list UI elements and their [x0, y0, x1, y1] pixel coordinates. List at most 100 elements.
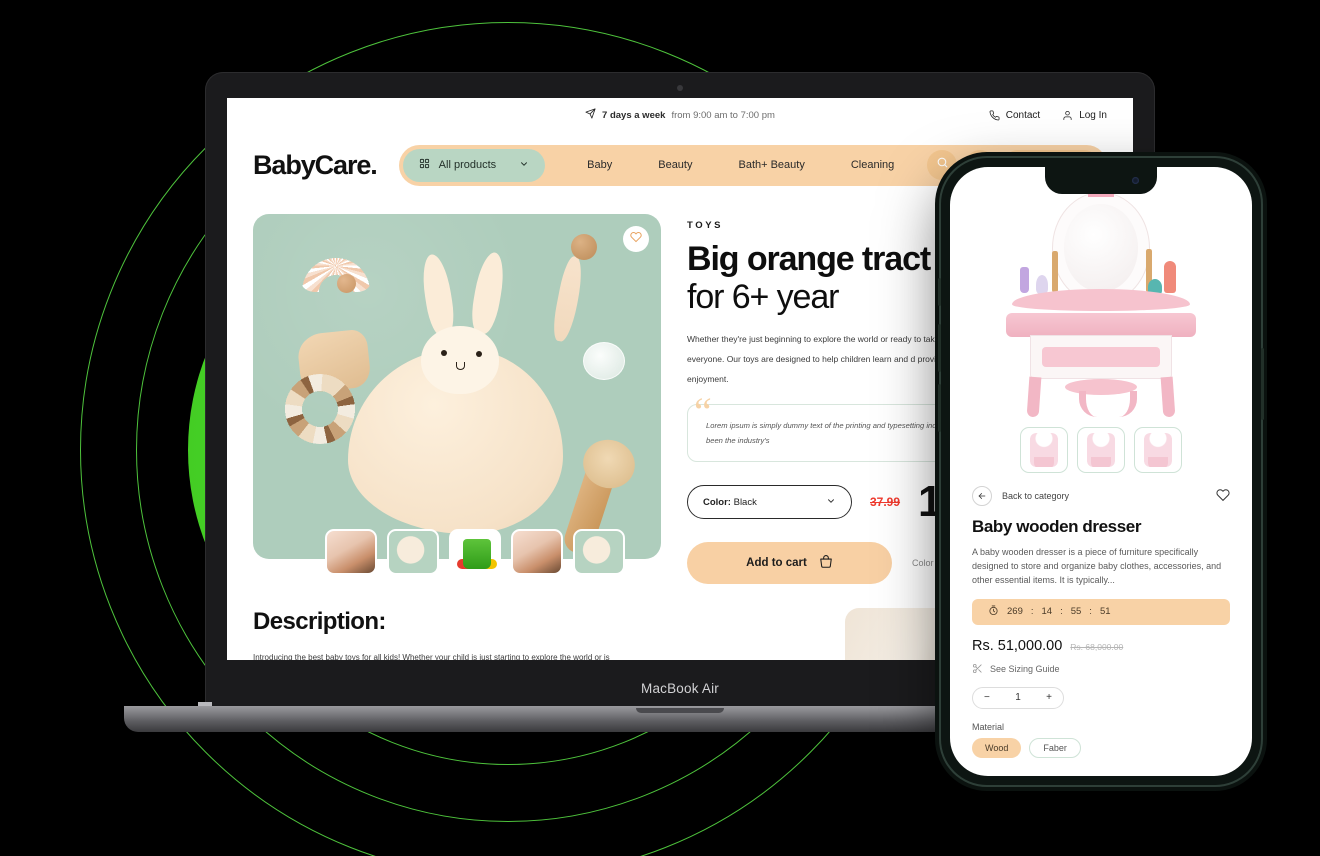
phone-price-old: Rs. 68,000.00 — [1070, 641, 1124, 652]
back-to-category-label[interactable]: Back to category — [1002, 491, 1069, 501]
nav-link-baby[interactable]: Baby — [587, 159, 612, 171]
dresser-mirror — [1053, 193, 1149, 303]
dresser-thumb-3[interactable] — [1134, 427, 1182, 473]
phone-power-button — [1261, 348, 1264, 420]
phone-notch — [1045, 167, 1157, 194]
timer-sep-1: : — [1030, 606, 1034, 618]
nav-link-cleaning[interactable]: Cleaning — [851, 159, 894, 171]
iphone-mockup: Back to category Baby wooden dresser A b… — [938, 158, 1264, 785]
quantity-decrease-button[interactable]: − — [984, 692, 990, 703]
color-note: Color — [912, 558, 934, 569]
bottle-coral — [1164, 261, 1176, 293]
thumb-mother-child-2[interactable] — [511, 529, 563, 575]
material-option-faber[interactable]: Faber — [1029, 737, 1081, 758]
thumb-green-toy[interactable] — [449, 529, 501, 575]
site-logo[interactable]: BabyCare. — [253, 150, 378, 181]
thumb-bunny-flatlay-2[interactable] — [573, 529, 625, 575]
dresser-shelf — [1012, 289, 1190, 311]
phone-back-row: Back to category — [972, 486, 1230, 506]
dresser-drawer — [1042, 347, 1160, 367]
phone-volume-up-button — [938, 324, 941, 372]
color-select-label: Color: — [703, 496, 731, 508]
dresser-leg-left — [1026, 376, 1042, 418]
thumb-mother-child[interactable] — [325, 529, 377, 575]
phone-product-details: Back to category Baby wooden dresser A b… — [950, 486, 1252, 776]
phone-product-hero — [950, 167, 1252, 425]
dresser-tabletop — [1006, 313, 1196, 337]
product-hero-image — [253, 214, 661, 559]
contact-link[interactable]: Contact — [989, 110, 1040, 121]
phone-screen: Back to category Baby wooden dresser A b… — [950, 167, 1252, 776]
heart-icon — [1216, 489, 1230, 506]
bunny-ear-right — [468, 250, 508, 336]
nav-link-beauty[interactable]: Beauty — [658, 159, 692, 171]
pacifier-clip — [571, 234, 597, 260]
brush-left — [1052, 251, 1058, 293]
description-body: Introducing the best baby toys for all k… — [253, 653, 610, 660]
quantity-increase-button[interactable]: + — [1046, 692, 1052, 703]
add-to-cart-label: Add to cart — [746, 557, 807, 570]
announcement-bar: 7 days a week from 9:00 am to 7:00 pm Co… — [227, 98, 1133, 132]
pacifier — [583, 342, 625, 380]
phone-product-description: A baby wooden dresser is a piece of furn… — [972, 547, 1222, 585]
phone-volume-down-button — [938, 384, 941, 432]
timer-sep-3: : — [1089, 606, 1092, 618]
grid-icon — [419, 158, 430, 172]
search-icon — [936, 156, 949, 174]
dresser-illustration — [1006, 184, 1196, 418]
paper-plane-icon — [585, 108, 596, 122]
thumb-bunny-flatlay[interactable] — [387, 529, 439, 575]
timer-hours: 14 — [1041, 606, 1053, 618]
color-select[interactable]: Color: Black — [687, 485, 852, 520]
product-price-old: 37.99 — [870, 495, 901, 510]
login-link[interactable]: Log In — [1062, 110, 1107, 121]
dresser-thumb-2[interactable] — [1077, 427, 1125, 473]
phone-icon — [989, 110, 1000, 121]
bead-rattle-ring — [283, 374, 357, 444]
stopwatch-icon — [988, 605, 999, 619]
chevron-down-icon — [826, 496, 836, 509]
login-label: Log In — [1079, 109, 1107, 121]
timer-days: 269 — [1007, 606, 1023, 618]
sizing-guide-label: See Sizing Guide — [990, 664, 1060, 675]
user-icon — [1062, 110, 1073, 121]
bunny-head — [421, 326, 499, 394]
sizing-guide-link[interactable]: See Sizing Guide — [972, 663, 1230, 676]
material-label: Material — [972, 721, 1005, 732]
nav-link-bath-beauty[interactable]: Bath+ Beauty — [738, 159, 804, 171]
phone-product-title: Baby wooden dresser — [972, 517, 1142, 536]
wishlist-button[interactable] — [623, 226, 649, 252]
pacifier-strap — [549, 254, 587, 344]
bunny-eye-left — [441, 350, 447, 356]
add-to-cart-button[interactable]: Add to cart — [687, 542, 892, 585]
page-root: 7 days a week from 9:00 am to 7:00 pm Co… — [0, 0, 1320, 856]
quantity-stepper[interactable]: − 1 + — [972, 686, 1064, 709]
bead-rainbow-toy — [301, 240, 371, 292]
bottle-purple — [1020, 267, 1029, 293]
announcement-strong: 7 days a week — [602, 109, 666, 121]
bunny-nose — [456, 362, 465, 370]
bunny-eye-right — [476, 351, 482, 357]
timer-minutes: 55 — [1070, 606, 1082, 618]
description-heading: Description: — [253, 608, 386, 636]
phone-price-new: Rs. 51,000.00 — [972, 637, 1063, 654]
arrow-left-icon[interactable] — [972, 486, 992, 506]
quantity-value: 1 — [1015, 692, 1021, 704]
countdown-timer: 269 : 14 : 55 : 51 — [972, 598, 1230, 625]
nav-links: Baby Beauty Bath+ Beauty Cleaning — [587, 159, 894, 171]
chevron-down-icon — [519, 159, 529, 172]
product-gallery — [253, 214, 661, 584]
timer-sep-2: : — [1060, 606, 1063, 618]
material-option-wood[interactable]: Wood — [972, 737, 1022, 758]
dresser-thumb-1[interactable] — [1020, 427, 1068, 473]
phone-mute-switch — [938, 278, 941, 306]
utility-nav: Contact Log In — [989, 110, 1107, 121]
phone-wishlist-button[interactable] — [1216, 488, 1230, 507]
heart-icon — [630, 230, 642, 248]
all-products-label: All products — [438, 159, 497, 171]
dresser-leg-right — [1160, 376, 1176, 418]
bead-ball — [337, 274, 356, 293]
phone-price-line: Rs. 51,000.00 Rs. 68,000.00 — [972, 638, 1230, 654]
color-select-value: Black — [733, 496, 757, 508]
all-products-dropdown[interactable]: All products — [402, 148, 546, 182]
